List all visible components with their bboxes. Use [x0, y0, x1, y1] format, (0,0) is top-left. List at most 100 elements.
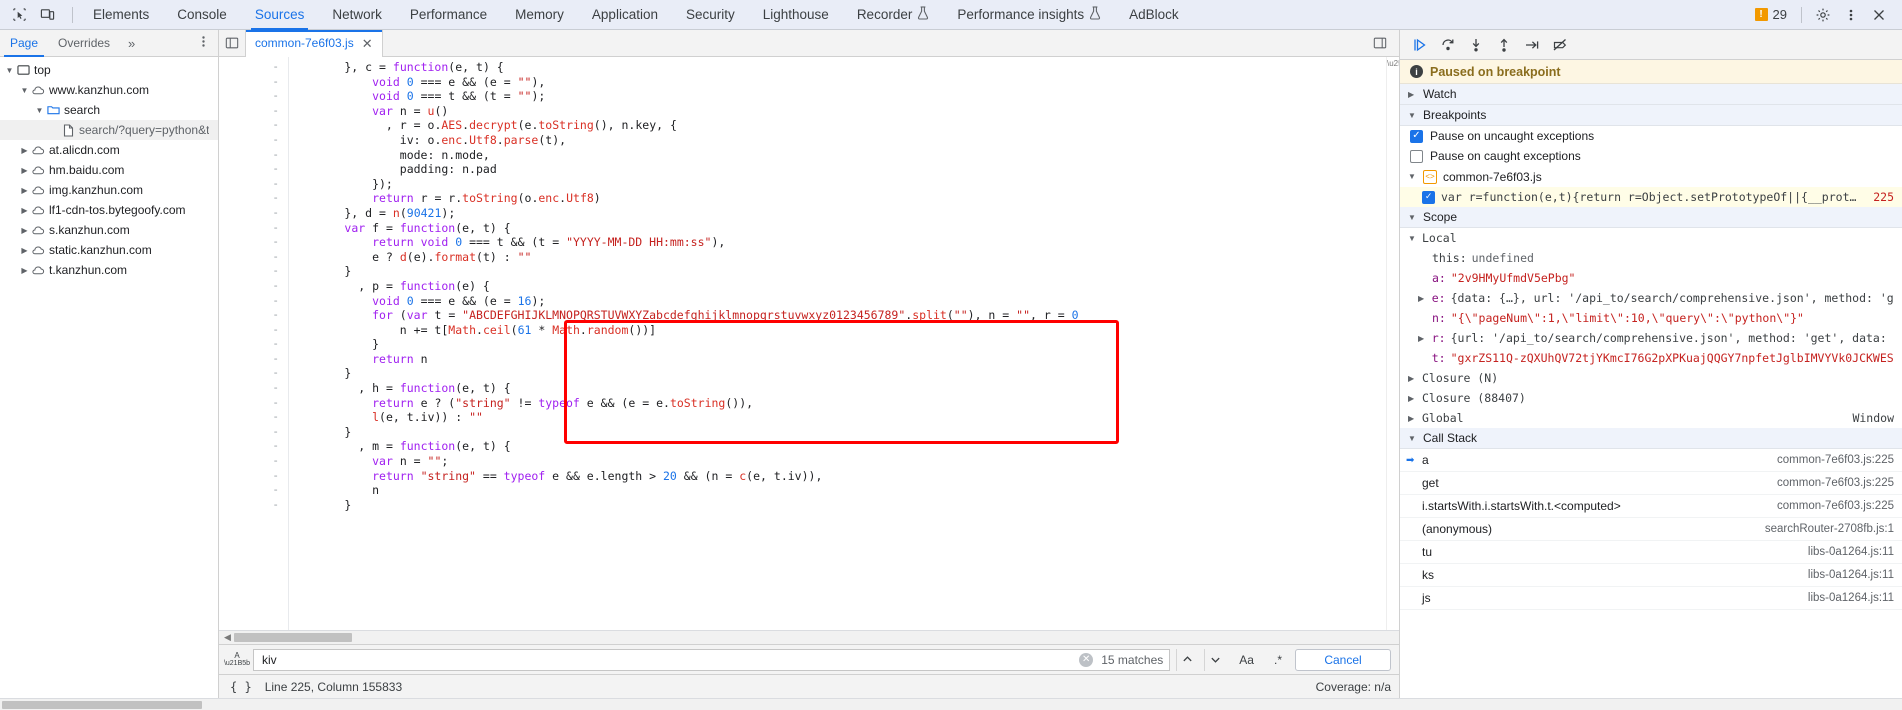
tab-lighthouse[interactable]: Lighthouse [749, 0, 843, 30]
chevron-right-icon[interactable]: ▶ [19, 226, 30, 235]
tree-item-search-query-python-t[interactable]: search/?query=python&t [0, 120, 218, 140]
chevron-right-icon[interactable]: ▶ [19, 206, 30, 215]
scope-variable-this[interactable]: this: undefined [1400, 248, 1902, 268]
navigator-tab-page[interactable]: Page [0, 30, 48, 57]
scrollbar-thumb[interactable] [233, 633, 352, 642]
search-prev-button[interactable] [1176, 648, 1198, 671]
cancel-button[interactable]: Cancel [1295, 648, 1391, 671]
call-stack-row[interactable]: ks libs-0a1264.js:11 [1400, 564, 1902, 587]
tree-item-t-kanzhun-com[interactable]: ▶ t.kanzhun.com [0, 260, 218, 280]
tree-item-top[interactable]: ▼ top [0, 60, 218, 80]
warning-badge[interactable]: ! 29 [1749, 7, 1793, 22]
chevron-right-icon[interactable]: ▶ [19, 266, 30, 275]
tab-performance[interactable]: Performance [396, 0, 501, 30]
line-number[interactable]: - [241, 221, 279, 236]
editor-file-tab[interactable]: common-7e6f03.js ✕ [245, 29, 383, 57]
line-number[interactable]: - [241, 381, 279, 396]
line-number[interactable]: - [241, 206, 279, 221]
line-number[interactable]: - [241, 454, 279, 469]
search-input-wrap[interactable]: ✕ 15 matches [253, 648, 1171, 671]
chevron-down-icon[interactable]: ▼ [4, 66, 15, 75]
line-number[interactable]: - [241, 366, 279, 381]
device-toolbar-icon[interactable] [34, 3, 60, 27]
call-stack-row[interactable]: i.startsWith.i.startsWith.t.<computed> co… [1400, 495, 1902, 518]
line-number[interactable]: - [241, 352, 279, 367]
search-input[interactable] [260, 651, 1072, 668]
line-number[interactable]: - [241, 483, 279, 498]
code-content[interactable]: }, c = function(e, t) { void 0 === e && … [289, 57, 1386, 630]
match-case-icon[interactable]: A \u21B5b [224, 651, 250, 668]
line-number[interactable]: - [241, 75, 279, 90]
more-options-icon[interactable] [1838, 3, 1864, 27]
search-next-button[interactable] [1204, 648, 1226, 671]
show-navigator-icon[interactable] [219, 36, 245, 50]
call-stack-row[interactable]: ➡ a common-7e6f03.js:225 [1400, 449, 1902, 472]
scroll-left-arrow[interactable]: ◀ [221, 632, 234, 643]
inspect-element-icon[interactable] [6, 3, 32, 27]
checkbox-unchecked-icon[interactable] [1410, 149, 1423, 163]
close-icon[interactable]: ✕ [362, 37, 373, 50]
resume-script-button[interactable] [1408, 33, 1432, 57]
checkbox-checked-icon[interactable]: ✓ [1410, 129, 1423, 143]
watch-section-header[interactable]: ▶ Watch [1400, 84, 1902, 105]
call-stack-row[interactable]: tu libs-0a1264.js:11 [1400, 541, 1902, 564]
tab-security[interactable]: Security [672, 0, 749, 30]
tab-performance-insights[interactable]: Performance insights [943, 0, 1115, 30]
call-stack-section-header[interactable]: ▼ Call Stack [1400, 428, 1902, 449]
line-number[interactable]: - [241, 177, 279, 192]
chevron-right-icon[interactable]: ▶ [19, 146, 30, 155]
line-number[interactable]: - [241, 279, 279, 294]
breakpoint-entry-row[interactable]: ✓ var r=function(e,t){return r=Object.se… [1400, 187, 1902, 207]
breakpoints-section-header[interactable]: ▼ Breakpoints [1400, 105, 1902, 126]
close-icon[interactable] [1866, 3, 1892, 27]
line-number[interactable]: - [241, 294, 279, 309]
line-number[interactable]: - [241, 133, 279, 148]
chevron-right-icon[interactable]: ▶ [19, 246, 30, 255]
scope-global-row[interactable]: ▶ Global Window [1400, 408, 1902, 428]
scrollbar-thumb[interactable] [2, 701, 202, 709]
tab-adblock[interactable]: AdBlock [1115, 0, 1193, 30]
navigator-tab-overrides[interactable]: Overrides [48, 30, 120, 57]
tree-item-s-kanzhun-com[interactable]: ▶ s.kanzhun.com [0, 220, 218, 240]
editor-horizontal-scrollbar[interactable]: ◀ [219, 630, 1399, 644]
deactivate-breakpoints-button[interactable] [1548, 33, 1572, 57]
line-number[interactable]: - [241, 104, 279, 119]
line-number[interactable]: - [241, 439, 279, 454]
tree-item-at-alicdn-com[interactable]: ▶ at.alicdn.com [0, 140, 218, 160]
navigator-more-tabs-icon[interactable]: » [120, 36, 143, 51]
line-number[interactable]: - [241, 264, 279, 279]
line-number[interactable]: - [241, 118, 279, 133]
scope-local-row[interactable]: ▼ Local [1400, 228, 1902, 248]
line-number[interactable]: - [241, 396, 279, 411]
chevron-right-icon[interactable]: ▶ [19, 166, 30, 175]
line-number[interactable]: - [241, 410, 279, 425]
step-into-button[interactable] [1464, 33, 1488, 57]
tab-console[interactable]: Console [163, 0, 241, 30]
tree-item-lf1-cdn-tos-bytegoofy-com[interactable]: ▶ lf1-cdn-tos.bytegoofy.com [0, 200, 218, 220]
line-number[interactable]: - [241, 498, 279, 513]
chevron-right-icon[interactable]: ▶ [19, 186, 30, 195]
tree-item-img-kanzhun-com[interactable]: ▶ img.kanzhun.com [0, 180, 218, 200]
match-case-button[interactable]: Aa [1232, 653, 1261, 667]
editor-vertical-scrollbar[interactable]: \u25B2 [1386, 57, 1399, 630]
scope-variable-a[interactable]: a: "2v9HMyUfmdV5ePbg" [1400, 268, 1902, 288]
call-stack-row[interactable]: (anonymous) searchRouter-2708fb.js:1 [1400, 518, 1902, 541]
tree-item-static-kanzhun-com[interactable]: ▶ static.kanzhun.com [0, 240, 218, 260]
step-over-button[interactable] [1436, 33, 1460, 57]
scope-closure-row[interactable]: ▶ Closure (88407) [1400, 388, 1902, 408]
scope-variable-r[interactable]: ▶ r: {url: '/api_to/search/comprehensive.… [1400, 328, 1902, 348]
line-number[interactable]: - [241, 235, 279, 250]
tab-memory[interactable]: Memory [501, 0, 578, 30]
scope-variable-e[interactable]: ▶ e: {data: {…}, url: '/api_to/search/com… [1400, 288, 1902, 308]
code-editor[interactable]: ------------------------------- }, c = f… [219, 57, 1399, 630]
step-out-button[interactable] [1492, 33, 1516, 57]
chevron-down-icon[interactable]: ▼ [19, 86, 30, 95]
scroll-up-arrow[interactable]: \u25B2 [1387, 57, 1399, 68]
tab-elements[interactable]: Elements [79, 0, 163, 30]
scope-variable-t[interactable]: t: "gxrZS11Q-zQXUhQV72tjYKmcI76G2pXPKuaj… [1400, 348, 1902, 368]
line-number[interactable]: - [241, 337, 279, 352]
tab-sources[interactable]: Sources [241, 0, 319, 30]
gear-icon[interactable] [1810, 3, 1836, 27]
window-horizontal-scrollbar[interactable] [0, 698, 1902, 710]
navigator-more-options-icon[interactable] [189, 35, 218, 51]
